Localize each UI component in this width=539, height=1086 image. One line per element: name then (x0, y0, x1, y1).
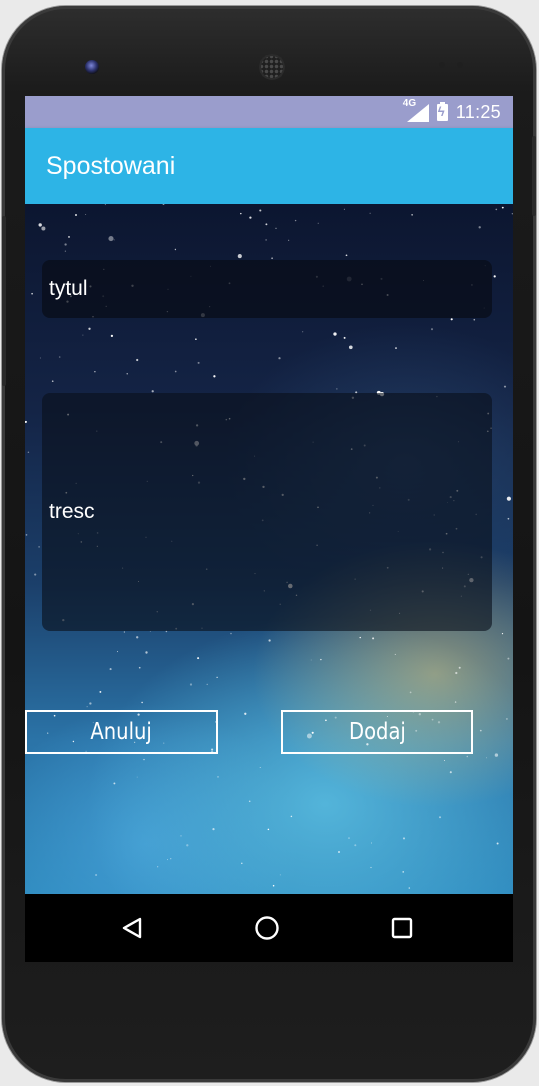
cancel-button-label: Anuluj (90, 719, 153, 745)
navigation-bar (25, 894, 513, 962)
recents-icon (391, 917, 413, 939)
battery-charging-icon (436, 101, 448, 121)
earpiece-speaker (259, 54, 285, 80)
light-sensor (457, 62, 463, 68)
home-button[interactable] (227, 894, 307, 962)
app-bar: Spostowani (25, 128, 513, 204)
back-button[interactable] (92, 894, 172, 962)
back-icon (122, 917, 142, 939)
status-bar: 4G 11:25 (25, 96, 513, 128)
front-camera (85, 60, 99, 74)
signal-icon: 4G (403, 98, 429, 122)
proximity-sensor (439, 62, 445, 68)
power-button (532, 136, 536, 216)
volume-button (2, 216, 6, 386)
add-button-label: Dodaj (348, 719, 406, 745)
add-button[interactable]: Dodaj (281, 710, 473, 754)
content-input-placeholder: tresc (49, 500, 95, 523)
status-clock: 11:25 (455, 101, 501, 122)
device-screen: 4G 11:25 Spostowani tytul tresc Anuluj D… (25, 96, 513, 962)
home-icon (255, 916, 279, 940)
cancel-button[interactable]: Anuluj (25, 710, 218, 754)
recents-button[interactable] (362, 894, 442, 962)
content-input[interactable]: tresc (42, 393, 492, 631)
form-content: tytul tresc Anuluj Dodaj (25, 204, 513, 894)
app-title: Spostowani (46, 151, 176, 180)
title-input[interactable]: tytul (42, 260, 492, 318)
title-input-placeholder: tytul (49, 277, 88, 300)
